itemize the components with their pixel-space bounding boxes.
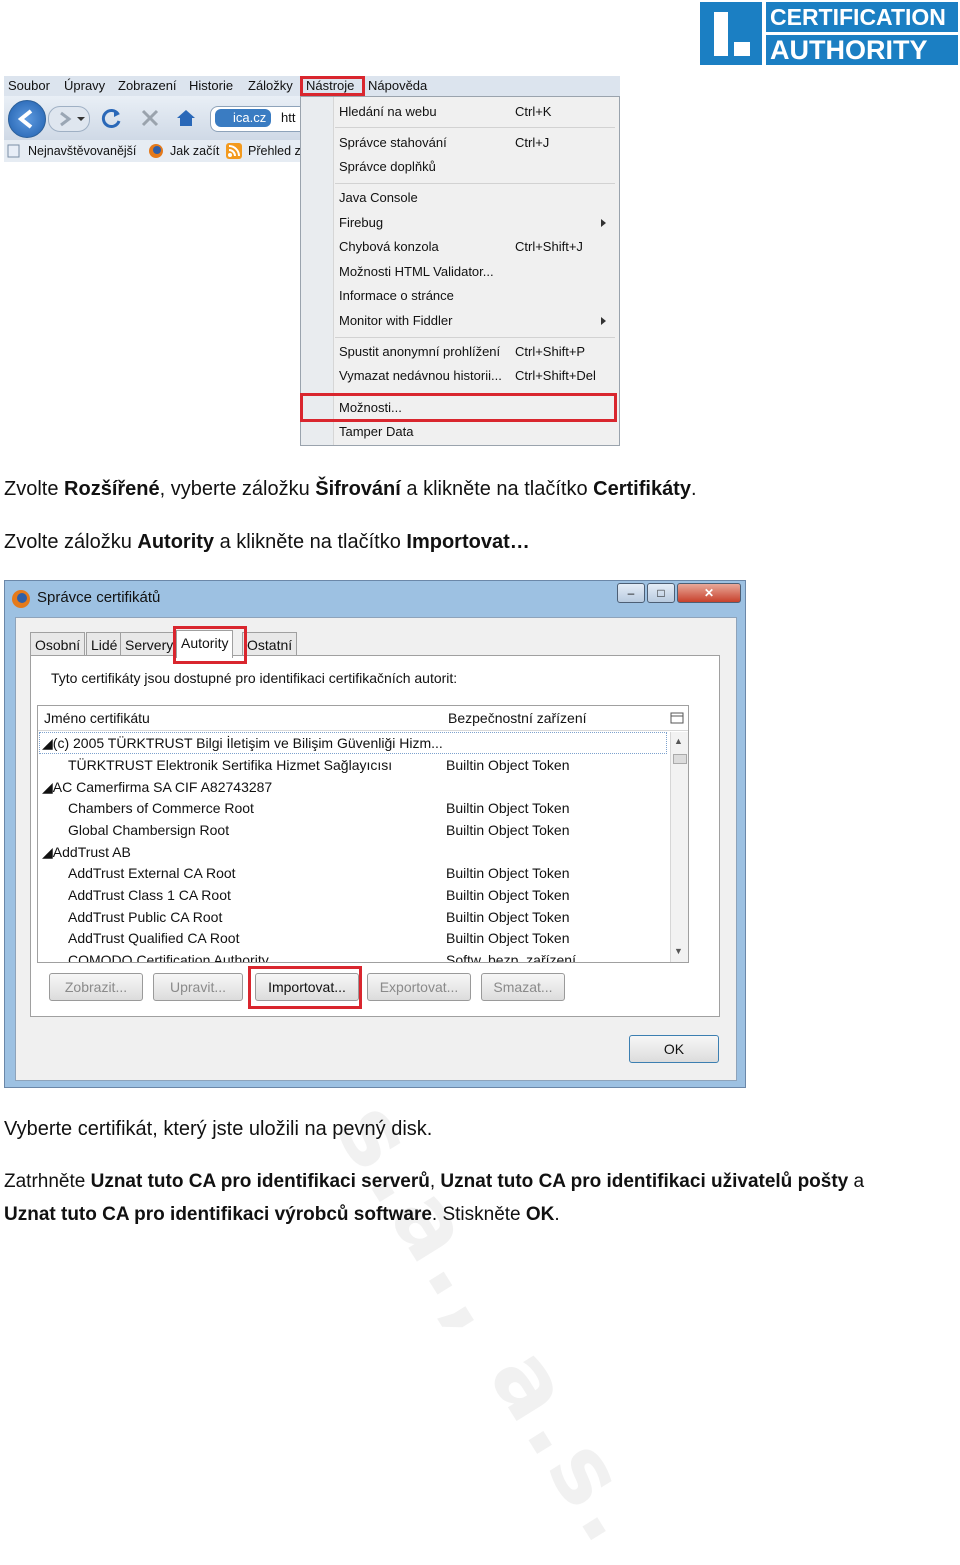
tree-header: Jméno certifikátu Bezpečnostní zařízení xyxy=(38,706,688,731)
tree-row[interactable]: COMODO Certification Authority Softw. bez… xyxy=(38,949,668,962)
instruction-3: Vyberte certifikát, který jste uložili n… xyxy=(4,1118,433,1140)
options-highlight xyxy=(300,393,617,422)
instruction-5: Uznat tuto CA pro identifikaci výrobců s… xyxy=(4,1204,560,1225)
tab-servers[interactable]: Servery xyxy=(120,632,179,656)
menu-item-firebug[interactable]: Firebug xyxy=(339,212,383,234)
dialog-title: Správce certifikátů xyxy=(37,589,161,606)
close-button[interactable]: ✕ xyxy=(677,583,741,603)
tree-row[interactable]: TÜRKTRUST Elektronik Sertifika Hizmet Sa… xyxy=(38,754,668,776)
tab-personal[interactable]: Osobní xyxy=(30,632,86,656)
ok-button[interactable]: OK xyxy=(629,1035,719,1063)
tree-row[interactable]: AddTrust External CA Root Builtin Object … xyxy=(38,862,668,884)
menu-soubor[interactable]: Soubor xyxy=(8,78,50,93)
tree-row[interactable]: AddTrust Qualified CA Root Builtin Object… xyxy=(38,927,668,949)
tree-row[interactable]: ◢(c) 2005 TÜRKTRUST Bilgi İletişim ve Bi… xyxy=(38,732,668,754)
delete-button[interactable]: Smazat... xyxy=(481,973,565,1001)
close-icon: ✕ xyxy=(703,586,715,600)
tree-scrollbar[interactable]: ▲ ▼ xyxy=(670,732,688,962)
bookmark-page-icon xyxy=(7,144,20,158)
tab-people[interactable]: Lidé xyxy=(86,632,123,656)
shortcut-downloads: Ctrl+J xyxy=(515,135,550,150)
forward-button[interactable] xyxy=(48,106,90,132)
menu-item-html-validator[interactable]: Možnosti HTML Validator... xyxy=(339,261,494,283)
bookmark-getting-started[interactable]: Jak začít xyxy=(170,144,219,158)
scroll-down-icon[interactable]: ▼ xyxy=(674,946,683,956)
column-header-name[interactable]: Jméno certifikátu xyxy=(44,710,150,726)
import-button-highlight xyxy=(248,966,362,1009)
bookmarks-bar: Nejnavštěvovanější Jak začít Přehled z xyxy=(4,140,304,162)
tree-row[interactable]: AddTrust Class 1 CA Root Builtin Object T… xyxy=(38,884,668,906)
menu-zobrazeni[interactable]: Zobrazení xyxy=(118,78,177,93)
logo-line-2: AUTHORITY xyxy=(766,35,958,65)
instruction-1: Zvolte Rozšířené, vyberte záložku Šifrov… xyxy=(4,478,697,500)
minimize-button[interactable]: – xyxy=(617,583,645,603)
shortcut-private-browsing: Ctrl+Shift+P xyxy=(515,344,586,359)
shortcut-error-console: Ctrl+Shift+J xyxy=(515,239,583,254)
maximize-button[interactable]: □ xyxy=(647,583,675,603)
tree-row[interactable]: Chambers of Commerce Root Builtin Object … xyxy=(38,797,668,819)
menu-item-fiddler[interactable]: Monitor with Fiddler xyxy=(339,310,452,332)
menu-napoveda[interactable]: Nápověda xyxy=(368,78,427,93)
menu-item-addons[interactable]: Správce doplňků xyxy=(339,156,436,178)
menu-item-downloads[interactable]: Správce stahování xyxy=(339,132,447,154)
site-identity[interactable]: ica.cz xyxy=(215,109,271,127)
back-button[interactable] xyxy=(8,100,46,138)
column-header-device[interactable]: Bezpečnostní zařízení xyxy=(448,710,587,726)
tab-others[interactable]: Ostatní xyxy=(242,632,298,656)
menu-item-page-info[interactable]: Informace o stránce xyxy=(339,285,454,307)
rss-icon xyxy=(226,143,242,159)
edit-button[interactable]: Upravit... xyxy=(153,973,243,1001)
submenu-arrow-icon xyxy=(601,219,606,227)
view-button[interactable]: Zobrazit... xyxy=(49,973,143,1001)
ica-logo: CERTIFICATION AUTHORITY xyxy=(700,2,958,66)
menu-item-private-browsing[interactable]: Spustit anonymní prohlížení xyxy=(339,341,500,363)
browser-screenshot: Soubor Úpravy Zobrazení Historie Záložky… xyxy=(4,76,620,446)
logo-line-1: CERTIFICATION xyxy=(766,2,958,32)
firefox-icon xyxy=(12,590,30,608)
submenu-arrow-icon xyxy=(601,317,606,325)
menu-item-java-console[interactable]: Java Console xyxy=(339,187,418,209)
export-button[interactable]: Exportovat... xyxy=(367,973,471,1001)
tree-row[interactable]: Global Chambersign Root Builtin Object To… xyxy=(38,819,668,841)
firefox-icon xyxy=(149,144,163,158)
bookmark-most-visited[interactable]: Nejnavštěvovanější xyxy=(28,144,136,158)
menu-historie[interactable]: Historie xyxy=(189,78,233,93)
menu-item-error-console[interactable]: Chybová konzola xyxy=(339,236,439,258)
certificate-manager-dialog: Správce certifikátů – □ ✕ Osobní Lidé Se… xyxy=(4,580,746,1088)
column-picker-icon[interactable] xyxy=(670,712,684,724)
shortcut-clear-history: Ctrl+Shift+Del xyxy=(515,368,596,383)
stop-icon[interactable] xyxy=(138,106,162,130)
instruction-2: Zvolte záložku Autority a klikněte na tl… xyxy=(4,531,530,553)
tree-row[interactable]: ◢AC Camerfirma SA CIF A82743287 xyxy=(38,776,668,798)
authorities-tab-highlight xyxy=(173,626,247,664)
menu-item-web-search[interactable]: Hledání na webu xyxy=(339,101,437,123)
minimize-icon: – xyxy=(627,586,635,600)
scroll-thumb[interactable] xyxy=(673,754,687,764)
maximize-icon: □ xyxy=(657,586,665,600)
address-bar[interactable]: ica.cz htt xyxy=(210,106,306,132)
menu-item-tamper-data[interactable]: Tamper Data xyxy=(339,421,413,443)
menu-upravy[interactable]: Úpravy xyxy=(64,78,105,93)
tree-row[interactable]: AddTrust Public CA Root Builtin Object To… xyxy=(38,906,668,928)
tree-row[interactable]: ◢AddTrust AB xyxy=(38,841,668,863)
tools-menu-highlight xyxy=(300,76,365,96)
scroll-up-icon[interactable]: ▲ xyxy=(674,736,683,746)
reload-icon[interactable] xyxy=(100,106,124,130)
logo-mark-icon xyxy=(700,2,762,65)
instruction-4: Zatrhněte Uznat tuto CA pro identifikaci… xyxy=(4,1171,865,1192)
bookmark-headlines[interactable]: Přehled z xyxy=(248,144,301,158)
menu-item-clear-history[interactable]: Vymazat nedávnou historii... xyxy=(339,365,502,387)
back-arrow-icon xyxy=(17,109,33,129)
panel-description: Tyto certifikáty jsou dostupné pro ident… xyxy=(51,670,458,686)
browser-toolbar: ica.cz htt xyxy=(4,96,306,140)
forward-arrow-icon xyxy=(60,111,85,127)
home-icon[interactable] xyxy=(174,106,198,130)
menu-zalozky[interactable]: Záložky xyxy=(248,78,293,93)
certificate-tree[interactable]: Jméno certifikátu Bezpečnostní zařízení … xyxy=(37,705,689,963)
shortcut-web-search: Ctrl+K xyxy=(515,104,552,119)
address-text: htt xyxy=(281,110,296,125)
